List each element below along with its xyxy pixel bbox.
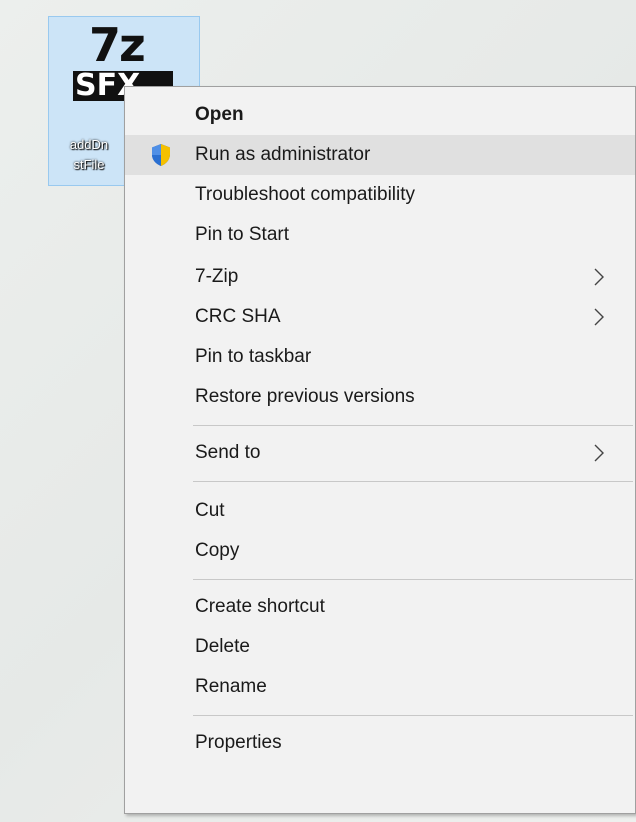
menu-item-label: Open [195, 104, 244, 125]
menu-item-open[interactable]: Open [125, 95, 635, 135]
menu-item-pin-to-start[interactable]: Pin to Start [125, 215, 635, 255]
menu-item-label: Rename [195, 676, 267, 697]
chevron-right-icon [594, 444, 604, 462]
menu-item-label: Properties [195, 732, 282, 753]
menu-separator [193, 481, 633, 482]
menu-item-cut[interactable]: Cut [125, 491, 635, 531]
menu-item-properties[interactable]: Properties [125, 723, 635, 763]
menu-item-create-shortcut[interactable]: Create shortcut [125, 587, 635, 627]
menu-item-delete[interactable]: Delete [125, 627, 635, 667]
desktop-icon-label-line2: stFile [73, 157, 105, 172]
menu-item-label: Restore previous versions [195, 386, 415, 407]
uac-shield-icon [152, 144, 170, 166]
menu-item-7-zip[interactable]: 7-Zip [125, 257, 635, 297]
menu-item-label: Troubleshoot compatibility [195, 184, 416, 205]
sfx-icon-7z-text: 7z [89, 18, 146, 72]
menu-item-label: CRC SHA [195, 306, 281, 327]
menu-item-label: Cut [195, 500, 225, 521]
menu-item-run-as-administrator[interactable]: Run as administrator [125, 135, 635, 175]
menu-item-pin-to-taskbar[interactable]: Pin to taskbar [125, 337, 635, 377]
menu-item-label: Run as administrator [195, 144, 371, 165]
menu-item-label: Create shortcut [195, 596, 325, 617]
menu-item-troubleshoot-compatibility[interactable]: Troubleshoot compatibility [125, 175, 635, 215]
menu-item-label: Pin to taskbar [195, 346, 312, 367]
menu-item-crc-sha[interactable]: CRC SHA [125, 297, 635, 337]
desktop-icon-label-line1: addDn [69, 137, 109, 152]
menu-item-restore-previous-versions[interactable]: Restore previous versions [125, 377, 635, 417]
menu-item-label: Pin to Start [195, 224, 289, 245]
context-menu: Open Run as administrator Troubleshoot c… [124, 86, 636, 814]
menu-item-rename[interactable]: Rename [125, 667, 635, 707]
menu-separator [193, 715, 633, 716]
menu-item-label: Copy [195, 540, 240, 561]
desktop-icon-label: addDn stFile [49, 135, 129, 175]
chevron-right-icon [594, 268, 604, 286]
menu-item-label: Send to [195, 442, 261, 463]
chevron-right-icon [594, 308, 604, 326]
menu-separator [193, 579, 633, 580]
menu-item-send-to[interactable]: Send to [125, 433, 635, 473]
desktop: 7z SFX addDn stFile Open Run as administ… [0, 0, 636, 822]
menu-separator [193, 425, 633, 426]
menu-item-label: 7-Zip [195, 266, 239, 287]
menu-item-copy[interactable]: Copy [125, 531, 635, 571]
menu-item-label: Delete [195, 636, 250, 657]
